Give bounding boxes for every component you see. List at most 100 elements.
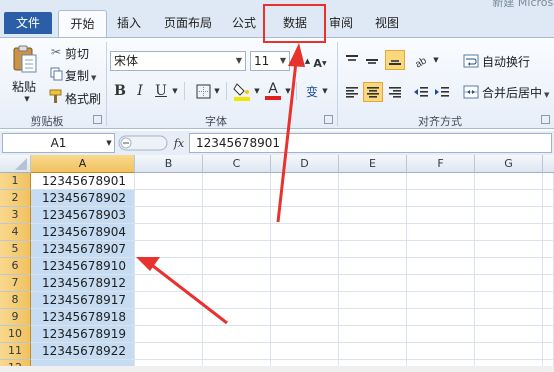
wrap-text-button[interactable]: 自动换行 xyxy=(482,53,530,70)
row-header[interactable]: 2 xyxy=(0,190,31,207)
align-center-icon[interactable] xyxy=(363,82,383,102)
cell-a10[interactable]: 12345678919 xyxy=(31,326,135,343)
select-all-corner[interactable] xyxy=(0,155,31,173)
cell[interactable] xyxy=(407,292,475,309)
cell[interactable] xyxy=(475,275,543,292)
cell[interactable] xyxy=(407,241,475,258)
cell[interactable] xyxy=(135,309,203,326)
cell[interactable] xyxy=(543,190,554,207)
cell[interactable] xyxy=(271,224,339,241)
cell[interactable] xyxy=(135,275,203,292)
cell[interactable] xyxy=(135,258,203,275)
row-header[interactable]: 4 xyxy=(0,224,31,241)
cell[interactable] xyxy=(203,224,271,241)
cell[interactable] xyxy=(339,258,407,275)
cell[interactable] xyxy=(203,258,271,275)
phonetic-guide-icon[interactable]: 变 xyxy=(302,80,322,102)
row-header[interactable]: 11 xyxy=(0,343,31,360)
format-painter-button[interactable]: 格式刷 xyxy=(65,90,101,107)
formula-bar-resize-icon[interactable] xyxy=(118,135,168,151)
font-size-combo[interactable]: 11 ▼ xyxy=(250,51,290,71)
cell[interactable] xyxy=(203,292,271,309)
cell[interactable] xyxy=(339,309,407,326)
cell[interactable] xyxy=(475,326,543,343)
cell[interactable] xyxy=(203,190,271,207)
cell[interactable] xyxy=(203,207,271,224)
wrap-text-icon[interactable] xyxy=(462,52,480,70)
copy-button[interactable]: 复制 ▼ xyxy=(65,67,96,84)
tab-page-layout[interactable]: 页面布局 xyxy=(156,10,220,38)
cell[interactable] xyxy=(339,173,407,190)
cut-button[interactable]: 剪切 xyxy=(65,45,89,62)
chevron-down-icon[interactable]: ▼ xyxy=(170,82,180,100)
cell[interactable] xyxy=(271,190,339,207)
row-header[interactable]: 9 xyxy=(0,309,31,326)
cell[interactable] xyxy=(543,309,554,326)
font-name-combo[interactable]: 宋体 ▼ xyxy=(110,51,246,71)
grow-font-button[interactable]: A ▲ xyxy=(294,51,310,71)
cell[interactable] xyxy=(475,173,543,190)
font-launcher-icon[interactable] xyxy=(324,115,333,124)
merge-center-button[interactable]: 合并后居中 ▼ xyxy=(482,84,549,101)
cell[interactable] xyxy=(135,224,203,241)
cell-a9[interactable]: 12345678918 xyxy=(31,309,135,326)
cell[interactable] xyxy=(475,343,543,360)
font-color-icon[interactable]: A xyxy=(264,80,282,102)
cell-a2[interactable]: 12345678902 xyxy=(31,190,135,207)
chevron-down-icon[interactable]: ▼ xyxy=(104,136,114,150)
cell[interactable] xyxy=(543,241,554,258)
cell[interactable] xyxy=(475,241,543,258)
cell[interactable] xyxy=(543,292,554,309)
underline-button[interactable]: U xyxy=(153,82,169,100)
fill-color-icon[interactable] xyxy=(233,80,251,102)
cell[interactable] xyxy=(407,326,475,343)
row-header[interactable]: 8 xyxy=(0,292,31,309)
cell[interactable] xyxy=(135,190,203,207)
cell[interactable] xyxy=(203,343,271,360)
cell[interactable] xyxy=(543,173,554,190)
insert-function-icon[interactable]: fx xyxy=(170,134,188,152)
cell[interactable] xyxy=(475,258,543,275)
cell[interactable] xyxy=(271,292,339,309)
cell[interactable] xyxy=(407,190,475,207)
cell[interactable] xyxy=(135,207,203,224)
cell-a1[interactable]: 12345678901 xyxy=(31,173,135,190)
row-header[interactable]: 7 xyxy=(0,275,31,292)
cell[interactable] xyxy=(475,309,543,326)
paste-icon[interactable] xyxy=(10,44,40,74)
cell[interactable] xyxy=(339,275,407,292)
tab-home[interactable]: 开始 xyxy=(58,10,107,38)
cell[interactable] xyxy=(339,326,407,343)
cell[interactable] xyxy=(203,275,271,292)
chevron-down-icon[interactable]: ▼ xyxy=(320,82,330,100)
cell[interactable] xyxy=(135,173,203,190)
chevron-down-icon[interactable]: ▼ xyxy=(212,82,222,100)
cell[interactable] xyxy=(543,326,554,343)
cell-a4[interactable]: 12345678904 xyxy=(31,224,135,241)
cell-a6[interactable]: 12345678910 xyxy=(31,258,135,275)
column-header-b[interactable]: B xyxy=(135,155,203,173)
cell-a3[interactable]: 12345678903 xyxy=(31,207,135,224)
row-header[interactable]: 6 xyxy=(0,258,31,275)
worksheet-grid[interactable]: A B C D E F G 1 12345678901 2 12345678902 3 1… xyxy=(0,155,554,372)
align-bottom-icon[interactable] xyxy=(385,50,405,70)
paste-label[interactable]: 粘贴 xyxy=(12,78,36,95)
tab-data[interactable]: 数据 xyxy=(270,10,320,38)
copy-icon[interactable] xyxy=(49,66,63,82)
cell-a7[interactable]: 12345678912 xyxy=(31,275,135,292)
cell[interactable] xyxy=(271,173,339,190)
column-header-g[interactable]: G xyxy=(475,155,543,173)
cell[interactable] xyxy=(475,292,543,309)
tab-view[interactable]: 视图 xyxy=(368,10,406,38)
merge-center-icon[interactable] xyxy=(462,83,480,101)
cell[interactable] xyxy=(203,309,271,326)
cell[interactable] xyxy=(203,173,271,190)
cell[interactable] xyxy=(135,292,203,309)
align-top-icon[interactable] xyxy=(343,51,361,69)
cell[interactable] xyxy=(407,309,475,326)
tab-insert[interactable]: 插入 xyxy=(111,10,147,38)
alignment-launcher-icon[interactable] xyxy=(541,115,550,124)
name-box[interactable]: A1 xyxy=(2,133,115,153)
cell-a11[interactable]: 12345678922 xyxy=(31,343,135,360)
cell[interactable] xyxy=(475,224,543,241)
